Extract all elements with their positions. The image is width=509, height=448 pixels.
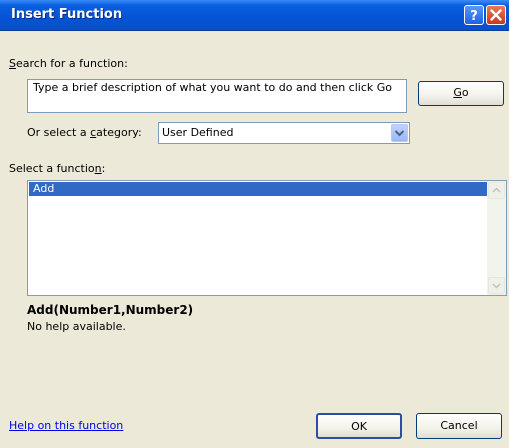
scroll-down-icon (492, 283, 501, 289)
help-on-function-link[interactable]: Help on this function (9, 419, 123, 432)
category-select[interactable]: User Defined (158, 122, 410, 144)
function-listbox[interactable]: Add (27, 180, 507, 296)
search-label: Search for a function: (9, 57, 128, 70)
vertical-scrollbar[interactable] (487, 181, 506, 295)
dropdown-button[interactable] (391, 124, 408, 142)
close-icon (490, 9, 502, 21)
ok-button[interactable]: OK (316, 413, 402, 439)
go-button[interactable]: Go (418, 81, 504, 106)
category-label: Or select a category: (27, 126, 142, 139)
function-list-label: Select a function: (9, 162, 106, 175)
help-button[interactable]: ? (464, 5, 484, 25)
scroll-up-button[interactable] (488, 182, 505, 199)
chevron-down-icon (394, 130, 405, 137)
help-icon: ? (470, 9, 478, 24)
function-signature: Add(Number1,Number2) (27, 303, 194, 317)
function-item-add[interactable]: Add (29, 182, 487, 196)
scroll-up-icon (492, 187, 501, 193)
dialog-title: Insert Function (11, 7, 123, 22)
cancel-button[interactable]: Cancel (416, 413, 502, 439)
function-help-text: No help available. (27, 320, 126, 333)
insert-function-dialog: Insert Function ? Search for a function:… (0, 0, 509, 448)
close-button[interactable] (486, 5, 506, 25)
title-bar[interactable]: Insert Function ? (0, 0, 509, 31)
search-input[interactable]: Type a brief description of what you wan… (27, 79, 407, 113)
svg-text:?: ? (470, 9, 478, 24)
scroll-down-button[interactable] (488, 277, 505, 294)
category-selected-value: User Defined (162, 126, 234, 139)
